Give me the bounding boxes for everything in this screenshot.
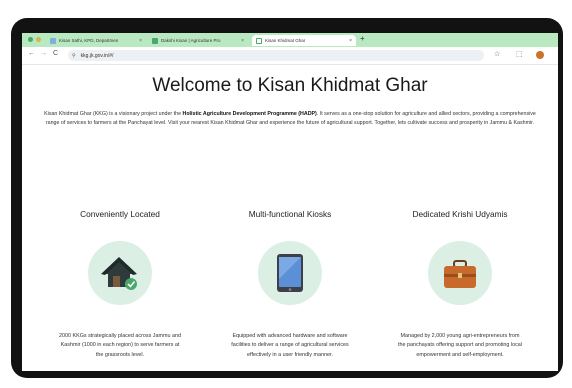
tab-label: Kisan Sathi, KPD, Departmen (59, 38, 119, 43)
feature-description: 2000 KKGs strategically placed across Ja… (59, 333, 181, 358)
feature-card-location: Conveniently Located 2000 KKGs strategic… (40, 209, 200, 358)
reload-button[interactable]: C (53, 50, 58, 57)
feature-title: Multi-functional Kiosks (248, 209, 332, 219)
close-window-icon[interactable] (28, 37, 33, 42)
feature-icon-circle (88, 241, 152, 305)
new-tab-button[interactable]: + (360, 34, 365, 43)
house-icon (101, 257, 137, 290)
tab-label: Dakshi Kisan | Agriculture Pro (161, 38, 221, 43)
tab-close-icon[interactable]: × (345, 38, 352, 44)
tab-close-icon[interactable]: × (135, 38, 142, 44)
window-controls[interactable] (28, 37, 41, 42)
page-content: Welcome to Kisan Khidmat Ghar Kisan Khid… (22, 65, 558, 371)
bookmark-star-icon[interactable]: ☆ (494, 50, 500, 58)
feature-description: Equipped with advanced hardware and soft… (231, 333, 349, 358)
intro-text-bold: Holistic Agriculture Development Program… (182, 111, 317, 117)
feature-title: Conveniently Located (80, 209, 160, 219)
feature-description: Managed by 2,000 young agri-entrepreneur… (398, 333, 522, 358)
browser-toolbar: ← → C ⚲ kkg.jk.gov.in/#/ ☆ ⬚ (22, 47, 558, 65)
tab-kisan-khidmat-ghar[interactable]: Kisan Khidmat Ghar × (252, 35, 356, 46)
feature-title: Dedicated Krishi Udyamis (412, 209, 508, 219)
tab-dakshi-kisan[interactable]: Dakshi Kisan | Agriculture Pro × (148, 35, 248, 46)
intro-text-start: Kisan Khidmat Ghar (KKG) is a visionary … (44, 111, 183, 117)
tab-kisan-sathi[interactable]: Kisan Sathi, KPD, Departmen × (46, 35, 146, 46)
feature-card-udyamis: Dedicated Krishi Udyamis Managed by 2,00… (380, 209, 540, 358)
tab-strip: Kisan Sathi, KPD, Departmen × Dakshi Kis… (22, 33, 558, 47)
tab-favicon-icon (152, 37, 158, 44)
url-text: kkg.jk.gov.in/#/ (80, 52, 114, 59)
tab-favicon-icon (256, 37, 262, 44)
forward-button[interactable]: → (40, 50, 47, 57)
page-title: Welcome to Kisan Khidmat Ghar (152, 75, 428, 96)
profile-avatar[interactable] (536, 51, 544, 59)
extensions-icon[interactable]: ⬚ (516, 50, 523, 58)
back-button[interactable]: ← (28, 50, 35, 57)
briefcase-icon (444, 260, 476, 288)
site-info-icon[interactable]: ⚲ (72, 53, 76, 59)
feature-icon-circle (428, 241, 492, 305)
intro-paragraph: Kisan Khidmat Ghar (KKG) is a visionary … (44, 110, 536, 127)
tab-label: Kisan Khidmat Ghar (265, 38, 306, 43)
tab-close-icon[interactable]: × (237, 38, 244, 44)
tab-favicon-icon (50, 37, 56, 44)
address-bar[interactable]: ⚲ kkg.jk.gov.in/#/ (68, 50, 484, 61)
feature-icon-circle (258, 241, 322, 305)
minimize-window-icon[interactable] (36, 37, 41, 42)
feature-card-kiosks: Multi-functional Kiosks Equipped with ad… (210, 209, 370, 358)
tablet-icon (277, 254, 303, 292)
browser-window: Kisan Sathi, KPD, Departmen × Dakshi Kis… (22, 33, 558, 371)
